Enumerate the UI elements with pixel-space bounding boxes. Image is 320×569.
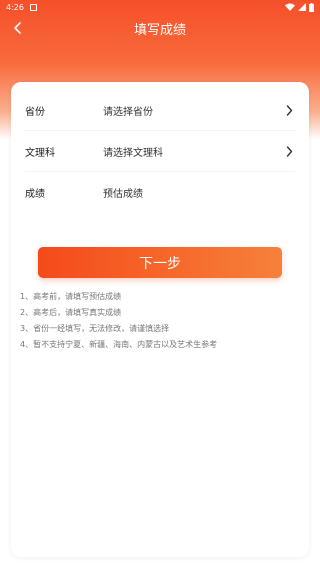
- nav-bar: 填写成绩: [0, 14, 320, 42]
- notification-icon: [29, 3, 37, 11]
- subject-select[interactable]: 请选择文理科: [103, 144, 283, 159]
- chevron-right-icon: [283, 105, 295, 117]
- form-card: 省份 请选择省份 文理科 请选择文理科 成绩 预估成绩 下一步 1、高考前，请填…: [11, 82, 309, 557]
- province-select[interactable]: 请选择省份: [103, 103, 283, 118]
- note-item: 4、暂不支持宁夏、新疆、海南、内蒙古以及艺术生参考: [20, 340, 218, 349]
- subject-label: 文理科: [25, 148, 55, 159]
- note-item: 3、省份一经填写，无法修改，请谨慎选择: [20, 324, 170, 333]
- score-label: 成绩: [25, 188, 45, 200]
- status-time: 4:26: [6, 2, 24, 12]
- subject-row[interactable]: 文理科 请选择文理科: [25, 132, 295, 172]
- status-icons: [285, 2, 314, 12]
- status-bar: 4:26: [0, 0, 320, 14]
- chevron-right-icon: [283, 146, 295, 158]
- score-input[interactable]: 预估成绩: [103, 185, 295, 200]
- battery-icon: [309, 2, 314, 12]
- page-title: 填写成绩: [133, 22, 186, 38]
- province-label: 省份: [25, 107, 45, 118]
- notes-list: 1、高考前，请填写预估成绩 2、高考后，请填写真实成绩 3、省份一经填写，无法修…: [20, 289, 290, 353]
- note-item: 2、高考后，请填写真实成绩: [20, 308, 122, 317]
- signal-icon: [298, 3, 306, 11]
- chevron-left-icon: [14, 22, 21, 34]
- province-row[interactable]: 省份 请选择省份: [25, 91, 295, 131]
- wifi-icon: [285, 3, 295, 11]
- back-button[interactable]: [6, 16, 30, 40]
- note-item: 1、高考前，请填写预估成绩: [20, 292, 122, 301]
- next-button[interactable]: 下一步: [38, 247, 282, 278]
- score-row[interactable]: 成绩 预估成绩: [25, 172, 295, 212]
